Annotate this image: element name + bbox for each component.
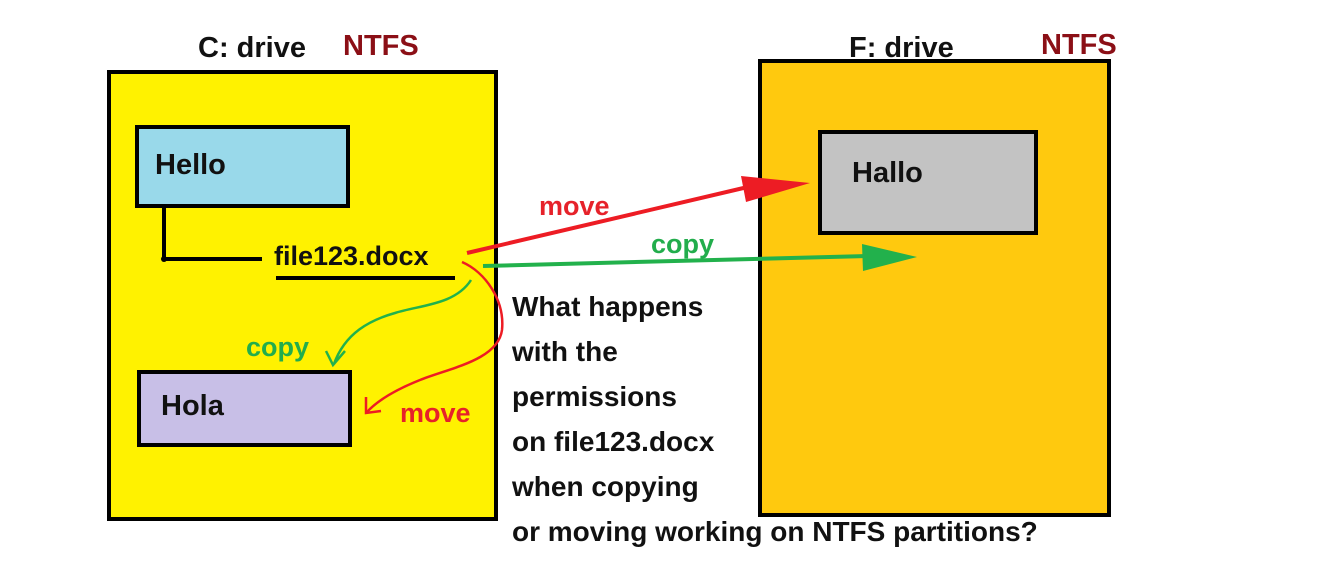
copy-to-f-label: copy bbox=[651, 229, 715, 259]
tree-connector bbox=[162, 205, 262, 261]
question-line: with the bbox=[512, 336, 618, 367]
tree-connector-dot bbox=[161, 256, 167, 262]
question-text: What happens with the permissions on fil… bbox=[512, 284, 1038, 554]
move-to-f-label: move bbox=[539, 191, 610, 221]
question-line: What happens bbox=[512, 291, 704, 322]
question-line: or moving working on NTFS partitions? bbox=[512, 516, 1038, 547]
copy-local-label: copy bbox=[246, 332, 310, 362]
file-label[interactable]: file123.docx bbox=[274, 243, 429, 270]
move-local-label: move bbox=[400, 398, 471, 428]
question-line: on file123.docx bbox=[512, 426, 715, 457]
move-local-curve bbox=[366, 260, 504, 413]
question-line: when copying bbox=[512, 471, 699, 502]
copy-local-curve bbox=[332, 279, 473, 365]
question-line: permissions bbox=[512, 381, 677, 412]
copy-to-f-arrowhead bbox=[862, 244, 917, 271]
move-to-f-arrowhead bbox=[741, 176, 810, 202]
